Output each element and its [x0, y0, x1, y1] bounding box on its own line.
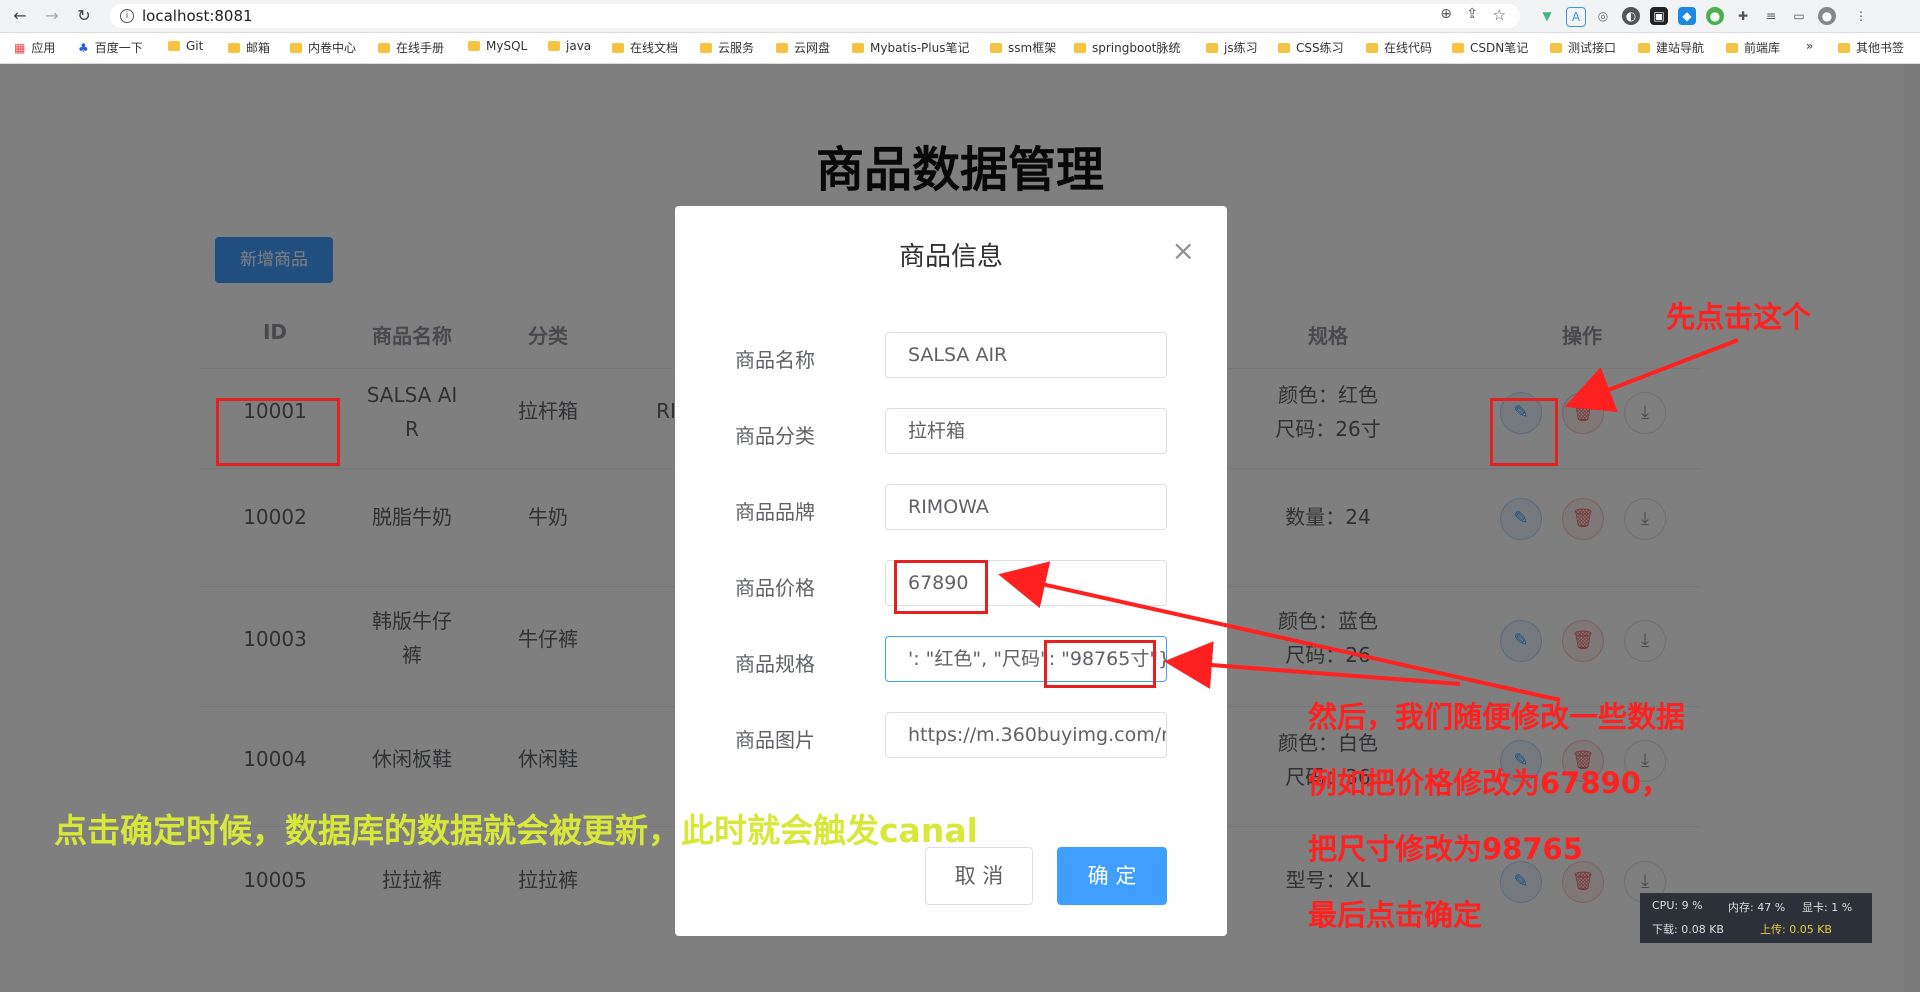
gpu-usage: 显卡: 1 % — [1802, 901, 1853, 914]
arrow-to-size — [1164, 641, 1461, 689]
annotation-step1: 先点击这个 — [1666, 300, 1812, 334]
annotation-step2: 然后，我们随便修改一些数据 — [1308, 700, 1686, 734]
annotation-bottom-note: 点击确定时候，数据库的数据就会被更新，此时就会触发canal — [54, 811, 978, 850]
memory-usage: 内存: 47 % — [1728, 901, 1786, 914]
cpu-usage: CPU: 9 % — [1652, 899, 1703, 912]
annotation-step2: 例如把价格修改为67890， — [1308, 766, 1670, 800]
arrow-to-edit — [1564, 338, 1739, 413]
arrow-to-price — [998, 561, 1561, 702]
annotation-step2: 最后点击确定 — [1308, 898, 1483, 932]
upload-speed: 上传: 0.05 KB — [1760, 923, 1832, 936]
system-monitor: CPU: 9 % 内存: 47 % 显卡: 1 % 下载: 0.08 KB 上传… — [1640, 893, 1872, 943]
download-speed: 下载: 0.08 KB — [1652, 923, 1724, 936]
annotation-step2: 把尺寸修改为98765 — [1308, 832, 1583, 866]
